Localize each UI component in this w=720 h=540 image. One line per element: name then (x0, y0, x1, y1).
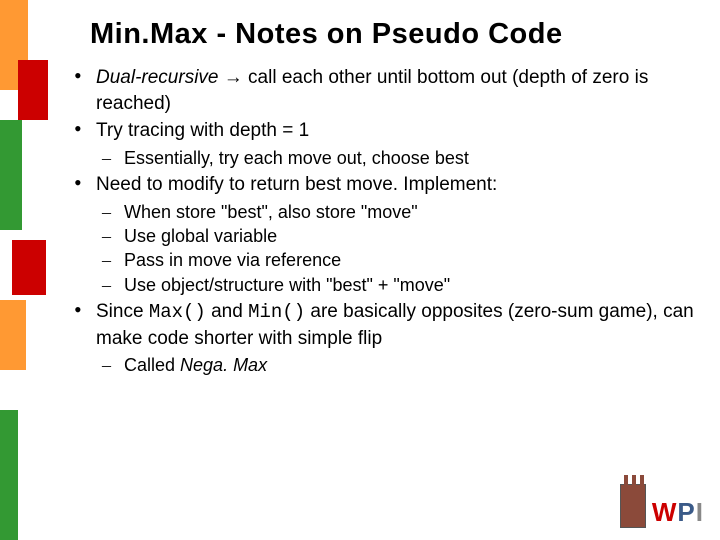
bullet-item: Since Max() and Min() are basically oppo… (74, 299, 700, 378)
sub-bullet-list: Essentially, try each move out, choose b… (96, 146, 700, 170)
sub-bullet-item: Called Nega. Max (102, 353, 700, 377)
slide-title: Min.Max - Notes on Pseudo Code (90, 18, 700, 51)
arrow-glyph: → (218, 67, 248, 88)
term-dual-recursive: Dual-recursive (96, 67, 218, 88)
code-min: Min() (248, 301, 305, 323)
logo-text: WPI (652, 497, 704, 528)
bullet-text: Try tracing with depth = 1 (96, 120, 309, 141)
bullet-item: Try tracing with depth = 1 Essentially, … (74, 118, 700, 170)
bullet-item: Need to modify to return best move. Impl… (74, 172, 700, 297)
sub-bullet-text: Essentially, try each move out, choose b… (124, 148, 469, 168)
sub-bullet-item: Essentially, try each move out, choose b… (102, 146, 700, 170)
sub-bullet-text: Called (124, 355, 180, 375)
slide-content: Min.Max - Notes on Pseudo Code Dual-recu… (70, 18, 700, 380)
color-block (0, 300, 26, 370)
bullet-text: and (206, 301, 248, 322)
code-max: Max() (149, 301, 206, 323)
sub-bullet-item: Use global variable (102, 224, 700, 248)
sub-bullet-text: Use global variable (124, 226, 277, 246)
sub-bullet-text: Pass in move via reference (124, 250, 341, 270)
sub-bullet-list: Called Nega. Max (96, 353, 700, 377)
logo-letter-i: I (696, 497, 704, 527)
wpi-logo: WPI (620, 484, 704, 528)
bullet-list: Dual-recursive → call each other until b… (70, 65, 700, 378)
color-block (0, 410, 18, 540)
color-block (18, 60, 48, 120)
logo-tower-icon (620, 484, 646, 528)
logo-letter-p: P (677, 497, 695, 527)
bullet-text: Since (96, 301, 149, 322)
term-negamax: Nega. Max (180, 355, 267, 375)
sub-bullet-text: Use object/structure with "best" + "move… (124, 275, 450, 295)
logo-letter-w: W (652, 497, 678, 527)
sub-bullet-item: When store "best", also store "move" (102, 200, 700, 224)
sub-bullet-text: When store "best", also store "move" (124, 202, 418, 222)
bullet-item: Dual-recursive → call each other until b… (74, 65, 700, 116)
sub-bullet-item: Use object/structure with "best" + "move… (102, 273, 700, 297)
sub-bullet-item: Pass in move via reference (102, 248, 700, 272)
color-block (0, 120, 22, 230)
bullet-text: Need to modify to return best move. Impl… (96, 174, 497, 195)
decorative-sidebar (0, 0, 48, 540)
sub-bullet-list: When store "best", also store "move" Use… (96, 200, 700, 297)
color-block (12, 240, 46, 295)
